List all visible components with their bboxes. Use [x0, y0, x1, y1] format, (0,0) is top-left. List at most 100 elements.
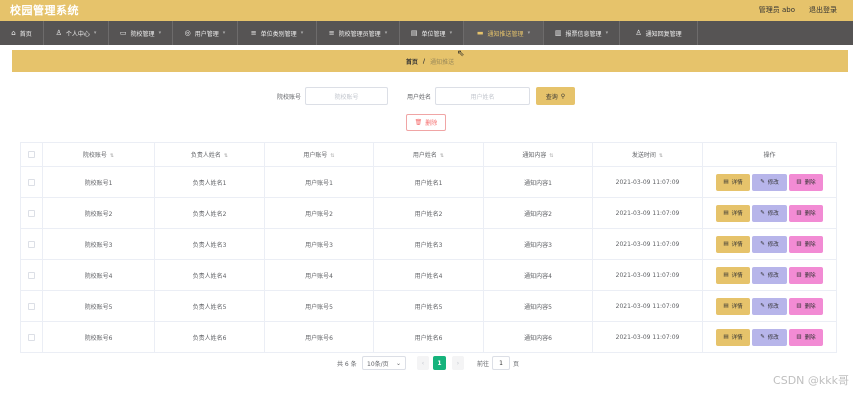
edit-icon: ✎ — [760, 272, 765, 278]
nav-item-user-management[interactable]: ◎ 用户管理 ▾ — [173, 21, 238, 45]
select-all-checkbox[interactable] — [28, 151, 35, 158]
nav-item-home[interactable]: ⌂ 首页 — [0, 21, 44, 45]
column-header[interactable]: 院校账号 ⇅ — [42, 142, 155, 167]
sort-icon[interactable]: ⇅ — [659, 153, 663, 159]
batch-delete-button[interactable]: 🗑 删除 — [406, 114, 446, 131]
table-cell: 负责人姓名2 — [154, 197, 265, 229]
top-header: 校园管理系统 管理员 abo 退出登录 — [0, 0, 853, 21]
edit-button[interactable]: ✎ 修改 — [752, 204, 787, 222]
row-select-cell[interactable] — [20, 197, 43, 229]
nav-item-label: 通知推送管理 — [487, 30, 524, 38]
row-checkbox[interactable] — [28, 209, 35, 217]
edit-button[interactable]: ✎ 修改 — [752, 266, 787, 284]
notice-icon: ▬ — [476, 28, 484, 37]
nav-item-label: 单位管理 — [421, 30, 446, 38]
page-number-1[interactable]: 1 — [433, 356, 446, 370]
nav-item-label: 用户管理 — [194, 30, 219, 38]
detail-button[interactable]: ▤ 详情 — [716, 204, 750, 222]
delete-button[interactable]: ▥ 删除 — [789, 297, 823, 315]
row-checkbox[interactable] — [28, 302, 35, 310]
edit-button[interactable]: ✎ 修改 — [752, 297, 787, 315]
nav-item-label: 通知回复管理 — [645, 30, 682, 38]
breadcrumb-home[interactable]: 首页 — [406, 57, 418, 66]
search-button-label: 查询 — [545, 93, 558, 101]
row-actions: ▤ 详情 ✎ 修改 ▥ 删除 — [702, 321, 837, 353]
delete-button[interactable]: ▥ 删除 — [789, 328, 823, 346]
user-name-input[interactable]: 用户姓名 — [435, 87, 530, 105]
table-cell: 用户账号3 — [264, 228, 374, 260]
select-all-cell[interactable] — [20, 142, 43, 167]
detail-button[interactable]: ▤ 详情 — [716, 328, 750, 346]
search-button[interactable]: 查询 ⚲ — [536, 87, 575, 105]
column-header[interactable]: 通知内容 ⇅ — [483, 142, 593, 167]
detail-button[interactable]: ▤ 详情 — [716, 297, 750, 315]
nav-item-label: 个人中心 — [65, 30, 90, 38]
detail-button[interactable]: ▤ 详情 — [716, 173, 750, 191]
page-size-value: 10条/页 — [367, 360, 389, 368]
mouse-cursor-icon: ⇖ — [457, 49, 465, 59]
table-cell: 用户姓名6 — [373, 321, 484, 353]
row-select-cell[interactable] — [20, 228, 43, 260]
table-row: 院校账号3 负责人姓名3 用户账号3 用户姓名3 通知内容3 2021-03-09 11:… — [20, 228, 837, 260]
table-cell: 通知内容4 — [483, 259, 593, 291]
table-cell: 通知内容5 — [483, 290, 593, 322]
nav-item-personal-center[interactable]: ♙ 个人中心 ▾ — [44, 21, 109, 45]
delete-button[interactable]: ▥ 删除 — [789, 235, 823, 253]
trash-icon: 🗑 — [414, 119, 423, 126]
table-row: 院校账号4 负责人姓名4 用户账号4 用户姓名4 通知内容4 2021-03-09 11:… — [20, 259, 837, 291]
detail-button[interactable]: ▤ 详情 — [716, 266, 750, 284]
table-cell: 负责人姓名1 — [154, 166, 265, 198]
row-select-cell[interactable] — [20, 166, 43, 198]
sort-icon[interactable]: ⇅ — [224, 153, 228, 159]
logout-link[interactable]: 退出登录 — [809, 5, 837, 15]
nav-item-unit-category[interactable]: ≡ 单位类别管理 ▾ — [238, 21, 317, 45]
nav-item-report-info[interactable]: ▥ 报票信息管理 ▾ — [544, 21, 620, 45]
detail-button[interactable]: ▤ 详情 — [716, 235, 750, 253]
column-header[interactable]: 负责人姓名 ⇅ — [154, 142, 265, 167]
row-select-cell[interactable] — [20, 321, 43, 353]
trash-icon: ▥ — [796, 241, 802, 247]
table-cell: 负责人姓名6 — [154, 321, 265, 353]
nav-item-notice-push[interactable]: ▬ 通知推送管理 ▾ — [464, 21, 544, 45]
user-name-label: 用户姓名 — [407, 94, 432, 101]
trash-icon: ▥ — [796, 272, 802, 278]
row-checkbox[interactable] — [28, 240, 35, 248]
goto-page-input[interactable]: 1 — [492, 356, 510, 370]
table-cell: 用户姓名2 — [373, 197, 484, 229]
table-cell: 用户账号5 — [264, 290, 374, 322]
prev-page-button[interactable]: ‹ — [417, 356, 429, 370]
delete-button[interactable]: ▥ 删除 — [789, 173, 823, 191]
edit-icon: ✎ — [760, 241, 765, 247]
row-checkbox[interactable] — [28, 271, 35, 279]
edit-button[interactable]: ✎ 修改 — [752, 173, 787, 191]
sort-icon[interactable]: ⇅ — [330, 153, 334, 159]
school-account-input[interactable]: 院校账号 — [305, 87, 388, 105]
chevron-down-icon: ▾ — [605, 30, 609, 36]
nav-item-school-admin[interactable]: ≡ 院校管理员管理 ▾ — [317, 21, 400, 45]
row-checkbox[interactable] — [28, 178, 35, 186]
column-header[interactable]: 发送时间 ⇅ — [592, 142, 703, 167]
column-header[interactable]: 用户姓名 ⇅ — [373, 142, 484, 167]
sort-icon[interactable]: ⇅ — [549, 153, 553, 159]
detail-icon: ▤ — [723, 179, 729, 185]
edit-button[interactable]: ✎ 修改 — [752, 235, 787, 253]
delete-button[interactable]: ▥ 删除 — [789, 204, 823, 222]
row-checkbox[interactable] — [28, 333, 35, 341]
detail-icon: ▤ — [723, 334, 729, 340]
column-header[interactable]: 用户账号 ⇅ — [264, 142, 374, 167]
row-select-cell[interactable] — [20, 259, 43, 291]
table-row: 院校账号2 负责人姓名2 用户账号2 用户姓名2 通知内容2 2021-03-09 11:… — [20, 197, 837, 229]
nav-item-notice-reply[interactable]: ♙ 通知回复管理 — [620, 21, 698, 45]
page-size-select[interactable]: 10条/页 ⌄ — [362, 356, 406, 370]
next-page-button[interactable]: › — [452, 356, 464, 370]
sort-icon[interactable]: ⇅ — [440, 153, 444, 159]
goto-suffix: 页 — [513, 361, 520, 368]
nav-item-unit-management[interactable]: ▤ 单位管理 ▾ — [400, 21, 464, 45]
table-cell: 院校账号5 — [42, 290, 155, 322]
sort-icon[interactable]: ⇅ — [110, 153, 114, 159]
row-actions: ▤ 详情 ✎ 修改 ▥ 删除 — [702, 290, 837, 322]
edit-button[interactable]: ✎ 修改 — [752, 328, 787, 346]
nav-item-school-management[interactable]: ▭ 院校管理 ▾ — [109, 21, 173, 45]
delete-button[interactable]: ▥ 删除 — [789, 266, 823, 284]
row-select-cell[interactable] — [20, 290, 43, 322]
